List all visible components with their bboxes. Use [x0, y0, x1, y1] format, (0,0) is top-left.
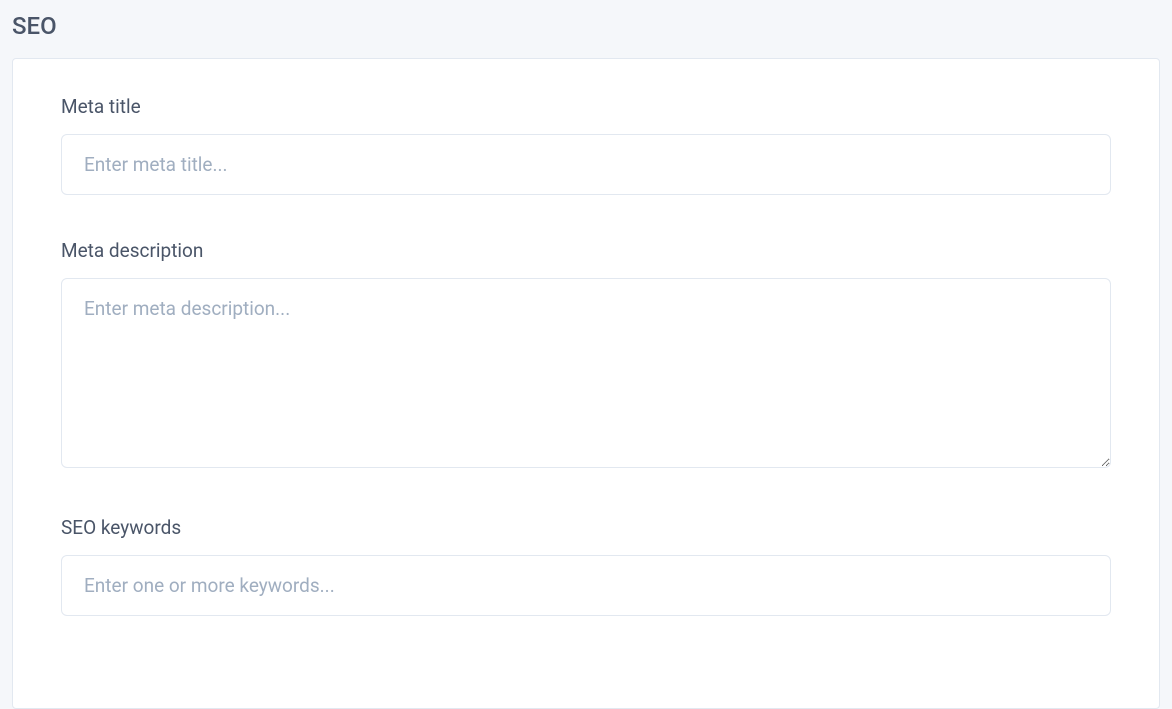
- meta-title-group: Meta title: [61, 95, 1111, 195]
- meta-title-label: Meta title: [61, 95, 1111, 118]
- seo-keywords-input[interactable]: [61, 555, 1111, 616]
- meta-description-textarea[interactable]: [61, 278, 1111, 468]
- seo-card: Meta title Meta description SEO keywords: [12, 58, 1160, 709]
- section-title: SEO: [0, 0, 1172, 58]
- seo-keywords-group: SEO keywords: [61, 516, 1111, 616]
- meta-description-label: Meta description: [61, 239, 1111, 262]
- meta-description-group: Meta description: [61, 239, 1111, 472]
- seo-keywords-label: SEO keywords: [61, 516, 1111, 539]
- meta-title-input[interactable]: [61, 134, 1111, 195]
